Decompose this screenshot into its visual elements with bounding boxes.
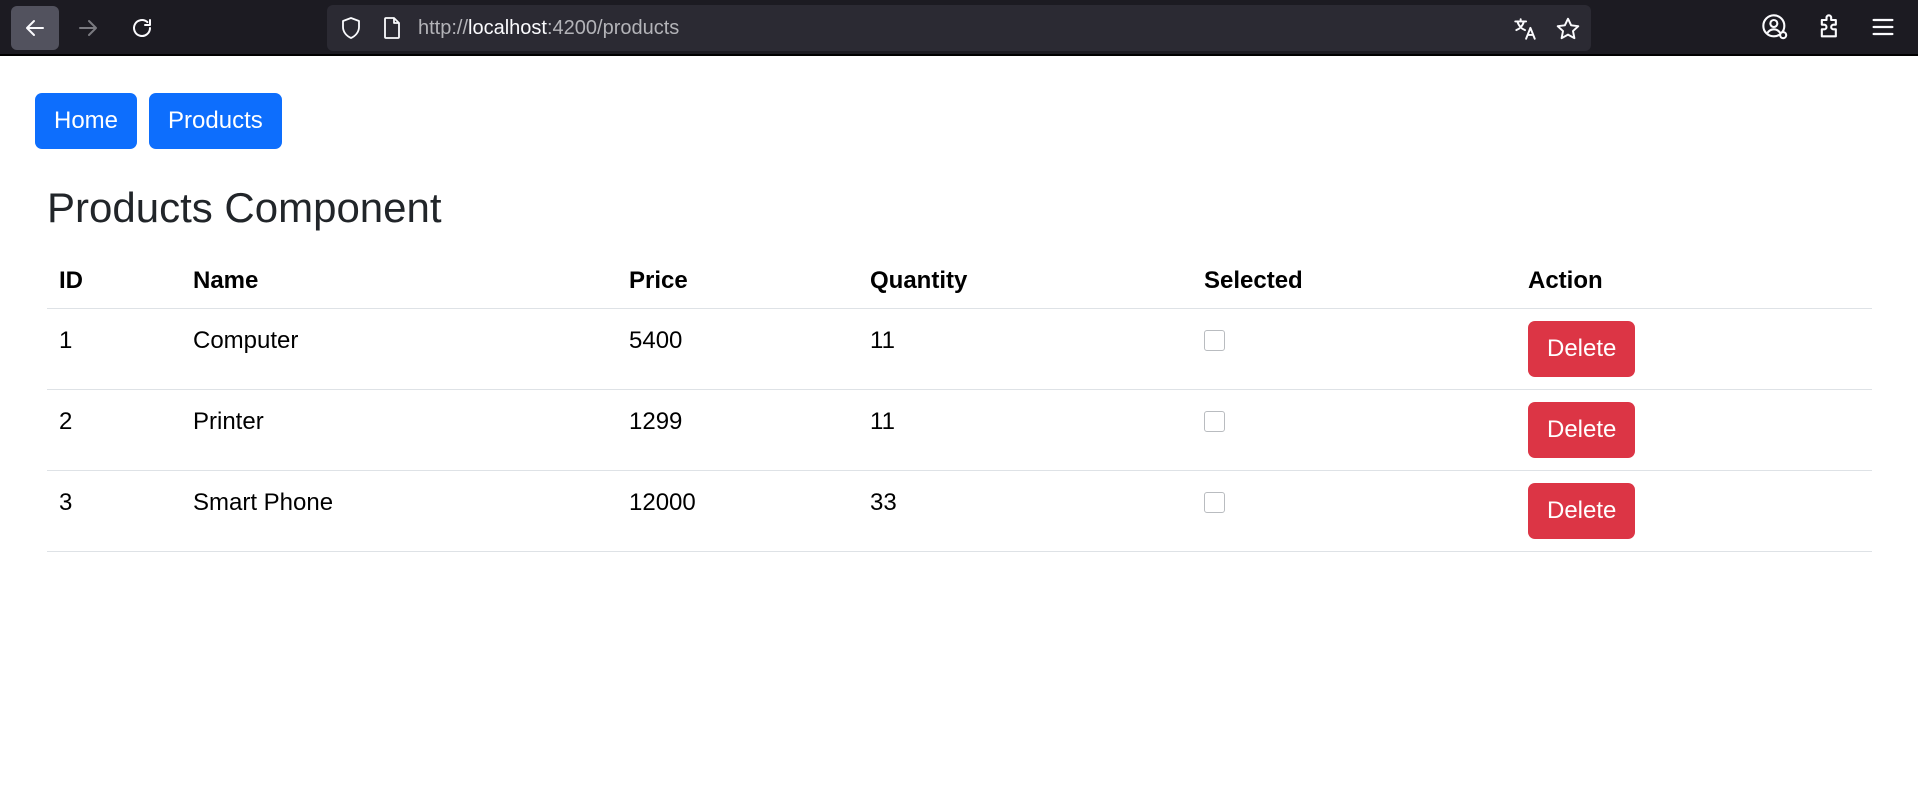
- cell-action: Delete: [1516, 470, 1872, 552]
- cell-id-text: 1: [59, 326, 73, 354]
- forward-button[interactable]: [64, 6, 112, 50]
- products-button[interactable]: Products: [149, 93, 282, 149]
- back-arrow-icon: [26, 20, 44, 36]
- top-nav: Home Products: [35, 93, 282, 149]
- page-icon[interactable]: [380, 16, 404, 40]
- cell-quantity-text: 11: [870, 407, 895, 435]
- cell-selected: [1192, 389, 1516, 471]
- cell-name: Computer: [181, 308, 617, 390]
- cell-id: 3: [47, 470, 181, 552]
- url-text[interactable]: http://localhost:4200/products: [418, 17, 679, 40]
- cell-name-text: Printer: [193, 407, 264, 435]
- cell-quantity: 11: [858, 389, 1192, 471]
- cell-id-text: 3: [59, 488, 73, 516]
- cell-price-text: 1299: [629, 407, 683, 435]
- delete-button[interactable]: Delete: [1528, 320, 1636, 377]
- cell-price: 12000: [617, 470, 858, 552]
- home-button[interactable]: Home: [35, 93, 138, 149]
- account-icon[interactable]: [1761, 13, 1789, 41]
- cell-quantity: 33: [858, 470, 1192, 552]
- cell-id: 1: [47, 308, 181, 390]
- cell-selected: [1192, 308, 1516, 390]
- header-name: Name: [181, 254, 617, 309]
- cell-name: Printer: [181, 389, 617, 471]
- delete-button[interactable]: Delete: [1528, 482, 1636, 539]
- table-row: 3 Smart Phone 12000 33 Delete: [47, 470, 1872, 552]
- shield-icon[interactable]: [339, 16, 363, 40]
- table-row: 1 Computer 5400 11 Delete: [47, 308, 1872, 390]
- url-host: localhost: [468, 17, 547, 39]
- cell-selected: [1192, 470, 1516, 552]
- extensions-icon[interactable]: [1816, 13, 1844, 41]
- url-scheme: http://: [418, 17, 469, 39]
- page-title: Products Component: [47, 184, 442, 231]
- forward-arrow-icon: [79, 20, 97, 36]
- cell-id-text: 2: [59, 407, 73, 435]
- cell-quantity: 11: [858, 308, 1192, 390]
- cell-name-text: Computer: [193, 326, 299, 354]
- selected-checkbox[interactable]: [1204, 491, 1225, 513]
- cell-action: Delete: [1516, 389, 1872, 471]
- cell-quantity-text: 11: [870, 326, 895, 354]
- delete-button[interactable]: Delete: [1528, 401, 1636, 458]
- back-button[interactable]: [11, 6, 59, 50]
- reload-icon: [133, 19, 151, 37]
- browser-toolbar: http://localhost:4200/products: [0, 0, 1918, 56]
- header-action: Action: [1516, 254, 1872, 309]
- products-table: ID Name Price Quantity Selected Action 1…: [47, 254, 1872, 552]
- translate-icon[interactable]: [1512, 16, 1538, 42]
- menu-icon[interactable]: [1869, 13, 1897, 41]
- cell-price: 1299: [617, 389, 858, 471]
- cell-name-text: Smart Phone: [193, 488, 334, 516]
- cell-price: 5400: [617, 308, 858, 390]
- cell-action: Delete: [1516, 308, 1872, 390]
- selected-checkbox[interactable]: [1204, 410, 1225, 432]
- url-path: :4200/products: [546, 17, 680, 39]
- table-row: 2 Printer 1299 11 Delete: [47, 389, 1872, 471]
- header-quantity: Quantity: [858, 254, 1192, 309]
- header-selected: Selected: [1192, 254, 1516, 309]
- selected-checkbox[interactable]: [1204, 329, 1225, 351]
- reload-button[interactable]: [118, 6, 166, 50]
- cell-name: Smart Phone: [181, 470, 617, 552]
- table-header-row: ID Name Price Quantity Selected Action: [47, 254, 1872, 309]
- cell-quantity-text: 33: [870, 488, 897, 516]
- header-id: ID: [47, 254, 181, 309]
- header-price: Price: [617, 254, 858, 309]
- url-bar[interactable]: http://localhost:4200/products: [327, 5, 1591, 51]
- cell-price-text: 12000: [629, 488, 696, 516]
- star-icon[interactable]: [1555, 16, 1581, 42]
- cell-id: 2: [47, 389, 181, 471]
- cell-price-text: 5400: [629, 326, 683, 354]
